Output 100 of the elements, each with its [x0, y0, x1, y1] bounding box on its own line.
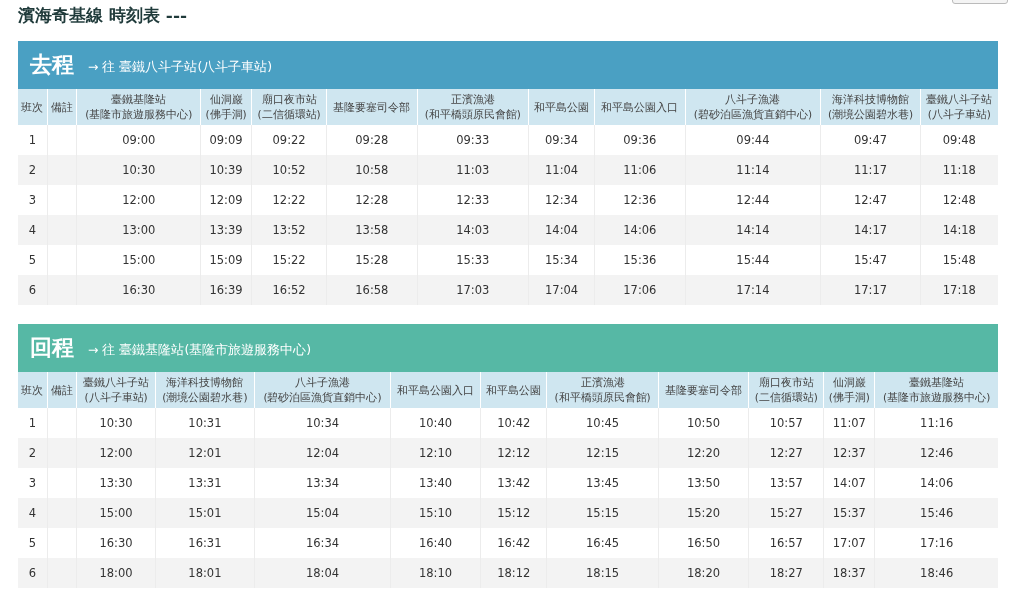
time-cell: 12:48 — [920, 185, 998, 215]
time-cell: 18:27 — [748, 558, 824, 588]
time-cell: 11:06 — [594, 155, 686, 185]
column-header: 正濱漁港 (和平橋頭原民會館) — [417, 89, 529, 125]
time-cell: 10:40 — [390, 408, 481, 438]
column-header: 臺鐵基隆站 (基隆市旅遊服務中心) — [874, 372, 998, 408]
time-cell: 18:04 — [254, 558, 391, 588]
time-cell: 16:42 — [480, 528, 547, 558]
page-title: 濱海奇基線 時刻表 --- — [18, 4, 187, 27]
time-cell: 13:31 — [155, 468, 255, 498]
time-cell: 12:37 — [823, 438, 875, 468]
time-cell: 09:28 — [326, 125, 418, 155]
time-cell: 11:14 — [685, 155, 821, 185]
time-cell: 15:36 — [594, 245, 686, 275]
note-cell — [47, 408, 77, 438]
trip-number-cell: 2 — [18, 155, 48, 185]
time-cell: 12:36 — [594, 185, 686, 215]
time-cell: 12:27 — [748, 438, 824, 468]
time-cell: 14:06 — [594, 215, 686, 245]
time-cell: 13:58 — [326, 215, 418, 245]
time-cell: 09:48 — [920, 125, 998, 155]
time-cell: 17:06 — [594, 275, 686, 305]
time-cell: 17:16 — [874, 528, 998, 558]
time-cell: 10:30 — [76, 408, 156, 438]
time-cell: 10:31 — [155, 408, 255, 438]
time-cell: 16:57 — [748, 528, 824, 558]
time-cell: 16:50 — [658, 528, 749, 558]
column-header: 廟口夜市站 (二信循環站) — [748, 372, 824, 408]
time-cell: 10:39 — [200, 155, 252, 185]
time-cell: 17:17 — [820, 275, 921, 305]
time-cell: 14:03 — [417, 215, 529, 245]
time-cell: 16:45 — [546, 528, 659, 558]
time-cell: 13:40 — [390, 468, 481, 498]
column-header: 仙洞巖 (佛手洞) — [823, 372, 875, 408]
time-cell: 12:47 — [820, 185, 921, 215]
time-cell: 11:04 — [528, 155, 595, 185]
column-header: 海洋科技博物館 (潮境公園碧水巷) — [155, 372, 255, 408]
time-cell: 12:10 — [390, 438, 481, 468]
time-cell: 15:47 — [820, 245, 921, 275]
column-header: 臺鐵八斗子站 (八斗子車站) — [920, 89, 998, 125]
column-header: 基隆要塞司令部 — [658, 372, 749, 408]
time-cell: 12:00 — [76, 185, 201, 215]
time-cell: 18:01 — [155, 558, 255, 588]
time-cell: 18:20 — [658, 558, 749, 588]
note-cell — [47, 125, 77, 155]
column-header: 備註 — [47, 372, 77, 408]
time-cell: 16:30 — [76, 528, 156, 558]
column-header: 廟口夜市站 (二信循環站) — [251, 89, 327, 125]
time-cell: 14:06 — [874, 468, 998, 498]
trip-number-cell: 5 — [18, 245, 48, 275]
time-cell: 10:30 — [76, 155, 201, 185]
time-cell: 12:09 — [200, 185, 252, 215]
time-cell: 15:27 — [748, 498, 824, 528]
column-header: 八斗子漁港 (碧砂泊區漁貨直銷中心) — [685, 89, 821, 125]
time-cell: 09:09 — [200, 125, 252, 155]
time-cell: 17:07 — [823, 528, 875, 558]
time-cell: 11:17 — [820, 155, 921, 185]
time-cell: 14:17 — [820, 215, 921, 245]
time-cell: 15:46 — [874, 498, 998, 528]
section-title: 回程 — [30, 334, 74, 362]
time-cell: 15:10 — [390, 498, 481, 528]
time-cell: 18:10 — [390, 558, 481, 588]
time-cell: 12:15 — [546, 438, 659, 468]
time-cell: 15:48 — [920, 245, 998, 275]
time-cell: 17:03 — [417, 275, 529, 305]
time-cell: 11:18 — [920, 155, 998, 185]
time-cell: 09:47 — [820, 125, 921, 155]
time-cell: 15:34 — [528, 245, 595, 275]
trip-number-cell: 3 — [18, 185, 48, 215]
time-cell: 09:34 — [528, 125, 595, 155]
time-cell: 15:28 — [326, 245, 418, 275]
trip-number-cell: 1 — [18, 408, 48, 438]
time-cell: 12:44 — [685, 185, 821, 215]
time-cell: 09:36 — [594, 125, 686, 155]
trip-number-cell: 5 — [18, 528, 48, 558]
time-cell: 13:00 — [76, 215, 201, 245]
section-title: 去程 — [30, 51, 74, 79]
column-header: 和平島公園入口 — [594, 89, 686, 125]
time-cell: 15:04 — [254, 498, 391, 528]
time-cell: 10:52 — [251, 155, 327, 185]
column-header: 基隆要塞司令部 — [326, 89, 418, 125]
time-cell: 16:40 — [390, 528, 481, 558]
time-cell: 18:12 — [480, 558, 547, 588]
time-cell: 16:30 — [76, 275, 201, 305]
column-header: 班次 — [18, 89, 48, 125]
time-cell: 09:00 — [76, 125, 201, 155]
time-cell: 10:57 — [748, 408, 824, 438]
column-header: 和平島公園入口 — [390, 372, 481, 408]
time-cell: 13:45 — [546, 468, 659, 498]
time-cell: 18:37 — [823, 558, 875, 588]
trip-number-cell: 4 — [18, 498, 48, 528]
time-cell: 13:30 — [76, 468, 156, 498]
time-cell: 16:52 — [251, 275, 327, 305]
time-cell: 12:46 — [874, 438, 998, 468]
time-cell: 11:07 — [823, 408, 875, 438]
destination-text: → 往 臺鐵基隆站(基隆市旅遊服務中心) — [88, 340, 312, 359]
time-cell: 12:01 — [155, 438, 255, 468]
time-cell: 15:15 — [546, 498, 659, 528]
time-cell: 14:18 — [920, 215, 998, 245]
time-cell: 11:03 — [417, 155, 529, 185]
